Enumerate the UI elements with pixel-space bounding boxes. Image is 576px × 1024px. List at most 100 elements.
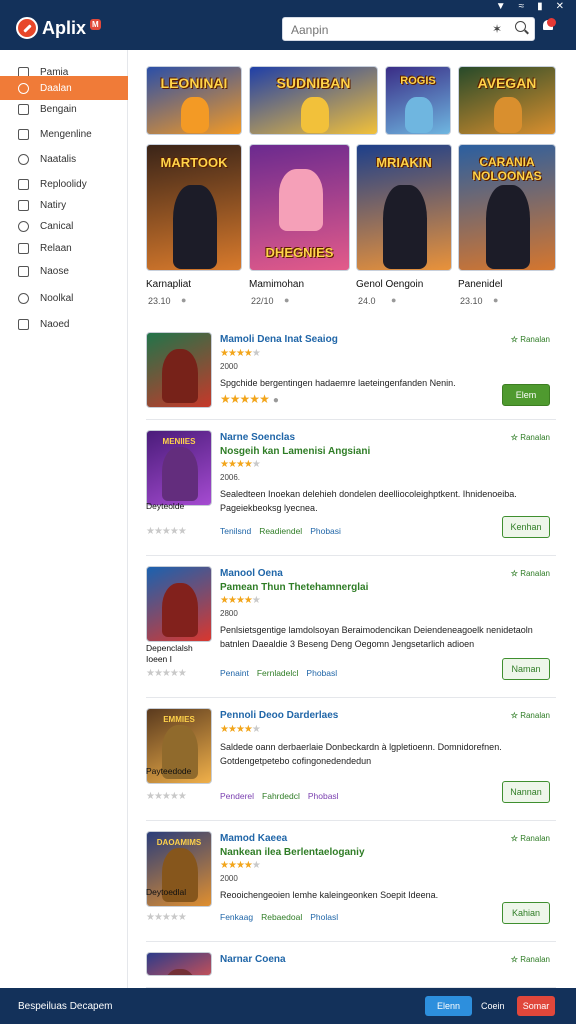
featured-tile[interactable]: CARANIA NOLOONAS — [458, 144, 556, 271]
meta-link[interactable]: Penaint — [220, 668, 249, 678]
app-title[interactable]: Narnar Coena — [220, 954, 286, 965]
bottom-danger-button[interactable]: Somar — [517, 996, 555, 1016]
list-item[interactable]: DAOAMIMS Mamod Kaeea Ranalan Nankean ilea B… — [146, 821, 556, 942]
sidebar-item-2[interactable]: Bengain — [0, 97, 128, 121]
thumbnail-caption: EMMIES — [163, 715, 195, 724]
meta-link[interactable]: Fernladelcl — [257, 668, 299, 678]
list-item[interactable]: Narnar Coena Ranalan — [146, 942, 556, 988]
logo-badge: M — [90, 18, 101, 30]
meta-link[interactable]: Phobasl — [306, 668, 337, 678]
sparkle-icon[interactable]: ✶ — [492, 22, 502, 36]
app-thumbnail[interactable] — [146, 332, 212, 408]
meta-link[interactable]: Rebaedoal — [261, 912, 302, 922]
meta-link[interactable]: Phobasl — [308, 791, 339, 801]
sidebar-item-11[interactable]: Naoed — [0, 312, 128, 336]
search-icon[interactable] — [515, 21, 526, 32]
sidebar-item-label: Relaan — [40, 242, 72, 254]
close-icon[interactable]: ✕ — [556, 2, 564, 12]
meta-link[interactable]: Readiendel — [259, 526, 302, 536]
list-item[interactable]: MENIIES Narne Soenclas Ranalan Nosgeih kan … — [146, 420, 556, 556]
tile-character — [486, 185, 530, 269]
tile-icon: ● — [493, 295, 499, 305]
featured-banner[interactable]: LEONINAI — [146, 66, 242, 135]
featured-tile[interactable]: DHEGNIES — [249, 144, 350, 271]
meta-link[interactable]: Pholasl — [310, 912, 338, 922]
list-item[interactable]: EMMIESPennoli Deoo DarderlaesRanalan★★★★… — [146, 698, 556, 821]
install-button[interactable]: Naman — [502, 658, 550, 680]
user-rating: ★★★★★ ● — [220, 392, 279, 406]
app-thumbnail[interactable] — [146, 566, 212, 642]
sidebar-item-label: Canical — [40, 220, 74, 232]
banner-caption: ROGIS — [400, 75, 436, 87]
list-item[interactable]: Manool Oena Ranalan Pamean Thun Thetehamne… — [146, 556, 556, 698]
star-icon: ★ — [220, 595, 229, 606]
sidebar-item-10[interactable]: Noolkal — [0, 286, 128, 310]
tile-name[interactable]: Genol Oengoin — [356, 279, 423, 290]
app-title[interactable]: Mamoli Dena Inat Seaiog — [220, 334, 338, 345]
ranking-tag[interactable]: Ranalan — [511, 433, 550, 442]
download-count: 2006. — [220, 473, 241, 482]
record-icon — [18, 82, 29, 94]
tile-name[interactable]: Mamimohan — [249, 279, 304, 290]
help-icon — [18, 292, 29, 304]
app-thumbnail[interactable] — [146, 952, 212, 976]
search-icon — [18, 103, 29, 115]
tile-name[interactable]: Panenidel — [458, 279, 502, 290]
star-icon: ★ — [243, 860, 253, 871]
tile-meta: 24.0 — [358, 296, 376, 306]
sidebar-item-3[interactable]: Mengenline — [0, 122, 128, 146]
tile-name[interactable]: Karnapliat — [146, 279, 191, 290]
meta-links: Tenilsnd Readiendel Phobasi — [220, 526, 349, 536]
app-description: Penlsietsgentige lamdolsoyan Beraimodenc… — [220, 625, 533, 649]
search-input[interactable] — [291, 23, 476, 37]
meta-link[interactable]: Fahrdedcl — [262, 791, 300, 801]
settings-icon — [18, 220, 29, 232]
featured-banner[interactable]: AVEGAN — [458, 66, 556, 135]
ranking-tag[interactable]: Ranalan — [511, 711, 550, 720]
app-title[interactable]: Pennoli Deoo Darderlaes — [220, 710, 338, 721]
window-icon — [18, 128, 29, 140]
install-button[interactable]: Kahian — [502, 902, 550, 924]
sidebar-item-7[interactable]: Canical — [0, 214, 128, 238]
app-rating: ★★★★★ — [220, 459, 261, 470]
featured-tile[interactable]: MARTOOK — [146, 144, 242, 271]
install-button[interactable]: Kenhan — [502, 516, 550, 538]
app-logo[interactable]: Aplix M — [16, 17, 101, 39]
app-caption: Payteedode — [146, 766, 192, 776]
star-icon: ★ — [227, 348, 237, 359]
list-item[interactable]: Mamoli Dena Inat SeaiogRanalan★★★★★2000S… — [146, 322, 556, 420]
bottom-primary-button[interactable]: Elenn — [425, 996, 472, 1016]
notification-button[interactable] — [542, 18, 556, 36]
ranking-tag[interactable]: Ranalan — [511, 335, 550, 344]
sidebar-item-8[interactable]: Relaan — [0, 236, 128, 260]
star-icon: ★ — [251, 348, 261, 359]
star-icon: ★ — [243, 459, 253, 470]
app-thumbnail[interactable]: MENIIES — [146, 430, 212, 506]
install-button[interactable]: Elem — [502, 384, 550, 406]
ranking-tag[interactable]: Ranalan — [511, 834, 550, 843]
star-icon: ★ — [235, 459, 245, 470]
featured-tile[interactable]: MRIAKIN — [356, 144, 452, 271]
thumbnail-character — [162, 447, 198, 501]
star-icon: ★ — [227, 724, 237, 735]
meta-link[interactable]: Tenilsnd — [220, 526, 251, 536]
user-icon — [18, 242, 29, 254]
install-button[interactable]: Nannan — [502, 781, 550, 803]
tile-character — [383, 185, 427, 269]
meta-link[interactable]: Phobasi — [310, 526, 341, 536]
app-rating: ★★★★★ — [220, 860, 261, 871]
app-title[interactable]: Narne Soenclas — [220, 432, 295, 443]
app-title[interactable]: Mamod Kaeea — [220, 833, 287, 844]
ranking-tag[interactable]: Ranalan — [511, 569, 550, 578]
sidebar-item-4[interactable]: Naatalis — [0, 147, 128, 171]
app-title[interactable]: Manool Oena — [220, 568, 283, 579]
featured-banner[interactable]: SUDNIBAN — [249, 66, 378, 135]
meta-link[interactable]: Penderel — [220, 791, 254, 801]
app-description: Saldede oann derbaerlaie Donbeckardn à l… — [220, 742, 502, 766]
app-rating: ★★★★★ — [220, 348, 261, 359]
bottom-link[interactable]: Coein — [481, 1001, 505, 1011]
sidebar-item-9[interactable]: Naose — [0, 259, 128, 283]
ranking-tag[interactable]: Ranalan — [511, 955, 550, 964]
featured-banner[interactable]: ROGIS — [385, 66, 451, 135]
meta-link[interactable]: Fenkaag — [220, 912, 253, 922]
